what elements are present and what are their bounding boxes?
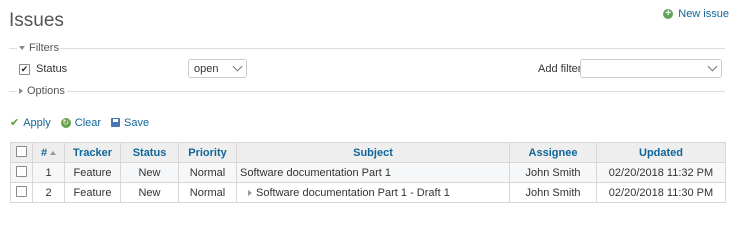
chevron-down-icon <box>707 61 718 72</box>
issue-status: New <box>120 182 179 203</box>
clear-button[interactable]: ↻ Clear <box>60 116 102 129</box>
issue-subject[interactable]: Software documentation Part 1 <box>236 162 510 183</box>
save-icon <box>111 118 121 127</box>
filters-divider-right <box>59 48 725 49</box>
issue-tracker: Feature <box>64 162 121 183</box>
column-header-tracker[interactable]: Tracker <box>64 142 121 163</box>
column-header-assignee[interactable]: Assignee <box>509 142 597 163</box>
filters-divider-left <box>9 48 17 49</box>
issue-status: New <box>120 162 179 183</box>
issue-tracker: Feature <box>64 182 121 203</box>
issue-priority: Normal <box>178 182 237 203</box>
issue-assignee[interactable]: John Smith <box>509 182 597 203</box>
issue-updated: 02/20/2018 11:30 PM <box>596 182 726 203</box>
checkmark-icon: ✔ <box>10 117 20 129</box>
column-header-updated[interactable]: Updated <box>596 142 726 163</box>
row-checkbox[interactable] <box>16 185 27 197</box>
select-all-checkbox[interactable] <box>16 145 27 157</box>
issue-subject-cell[interactable]: Software documentation Part 1 - Draft 1 <box>236 182 510 203</box>
options-divider-right <box>67 91 725 92</box>
column-header-id-label: # <box>40 146 48 159</box>
save-button[interactable]: Save <box>111 117 149 129</box>
issue-id[interactable]: 2 <box>32 182 65 203</box>
status-filter-checkbox[interactable]: ✔ <box>19 63 30 75</box>
status-operator-select[interactable]: open <box>188 59 247 78</box>
options-toggle[interactable]: Options <box>19 85 65 97</box>
column-header-subject[interactable]: Subject <box>236 142 510 163</box>
filters-legend: Filters <box>29 42 59 54</box>
row-select-cell[interactable] <box>10 162 33 183</box>
status-filter-row: ✔ Status <box>19 63 67 75</box>
subtask-arrow-icon <box>248 189 252 196</box>
row-checkbox[interactable] <box>16 165 27 177</box>
sort-ascending-icon <box>50 150 57 155</box>
add-filter-label: Add filter <box>538 63 582 75</box>
query-actions: ✔ Apply ↻ Clear Save <box>10 116 149 130</box>
issue-subject[interactable]: Software documentation Part 1 - Draft 1 <box>256 187 450 199</box>
clear-label: Clear <box>74 116 102 129</box>
table-row[interactable]: 1 Feature New Normal Software documentat… <box>10 162 726 183</box>
apply-label: Apply <box>23 116 51 129</box>
page-title: Issues <box>9 10 64 31</box>
issue-assignee[interactable]: John Smith <box>509 162 597 183</box>
new-issue-label: New issue <box>678 8 729 20</box>
table-row[interactable]: 2 Feature New Normal Software documentat… <box>10 182 726 203</box>
filters-toggle[interactable]: Filters <box>19 42 59 54</box>
status-filter-label: Status <box>36 63 68 75</box>
options-divider-left <box>9 91 17 92</box>
column-header-status[interactable]: Status <box>120 142 179 163</box>
new-issue-link[interactable]: + New issue <box>663 8 729 20</box>
add-icon: + <box>663 9 674 19</box>
issue-updated: 02/20/2018 11:32 PM <box>596 162 726 183</box>
add-filter-select[interactable] <box>580 59 722 78</box>
select-all-header[interactable] <box>10 142 33 163</box>
chevron-down-icon <box>232 61 243 72</box>
issue-id[interactable]: 1 <box>32 162 65 183</box>
status-operator-value: open <box>194 62 219 75</box>
apply-button[interactable]: ✔ Apply <box>10 116 51 130</box>
options-legend: Options <box>27 85 65 97</box>
column-header-priority[interactable]: Priority <box>178 142 237 163</box>
save-label: Save <box>124 116 150 129</box>
collapse-icon <box>19 46 25 50</box>
issues-table: # Tracker Status Priority Subject Assign… <box>10 142 726 203</box>
reload-icon: ↻ <box>60 117 71 128</box>
row-select-cell[interactable] <box>10 182 33 203</box>
column-header-id[interactable]: # <box>32 142 65 163</box>
expand-icon <box>19 88 23 94</box>
table-header-row: # Tracker Status Priority Subject Assign… <box>10 142 726 163</box>
issue-priority: Normal <box>178 162 237 183</box>
